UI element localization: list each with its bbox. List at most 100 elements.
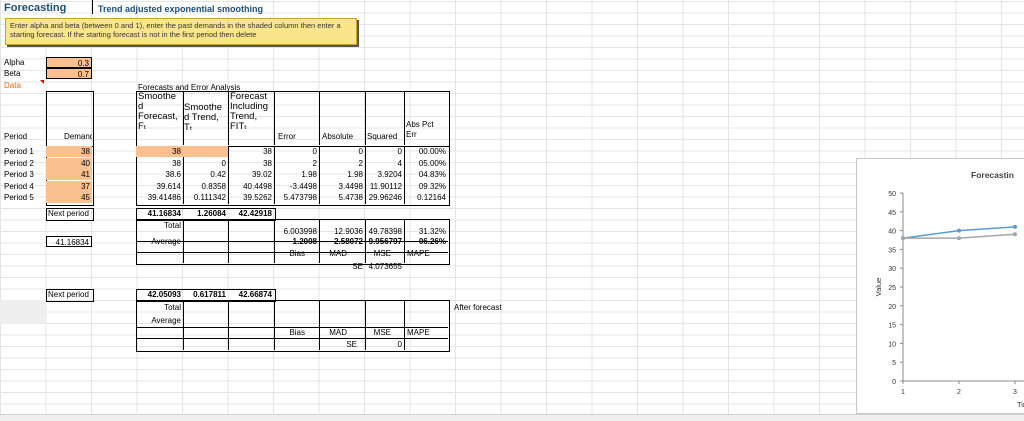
chart-svg: Forecastin 0 5 10 15 20 25 30 35 40 45 50 1 2 3 Value Ti… <box>874 170 1024 409</box>
demand-input[interactable]: 40 <box>46 157 92 169</box>
after-divider <box>228 300 229 350</box>
squared-cell[interactable]: 4 <box>365 158 404 169</box>
fit-cell[interactable]: 40.4498 <box>228 181 274 192</box>
abspct-cell[interactable]: 05.00% <box>404 158 448 169</box>
demand-input[interactable]: 37 <box>46 180 92 192</box>
demand-input[interactable]: 41 <box>46 169 92 180</box>
mape-label: MAPE <box>407 249 430 258</box>
period-header: Period <box>4 132 28 141</box>
y-tick-label: 40 <box>888 229 896 236</box>
next-period-label: Next period <box>48 209 89 218</box>
sheet-title: Forecasting <box>4 2 67 14</box>
absolute-cell[interactable]: 1.98 <box>319 169 365 180</box>
trend-cell[interactable]: 0 <box>183 158 228 169</box>
header-divider <box>228 91 229 145</box>
after-next-period-label: Next period <box>48 290 89 299</box>
smoothed-cell[interactable]: 38 <box>136 146 183 157</box>
trend-cell[interactable]: 0.111342 <box>183 192 228 203</box>
instruction-note[interactable]: Enter alpha and beta (between 0 and 1), … <box>5 18 357 45</box>
error-cell[interactable]: 5.473798 <box>274 192 319 203</box>
squared-cell[interactable]: 11.90112 <box>365 181 404 192</box>
average-absolute[interactable]: 2.58072 <box>319 236 365 247</box>
after-trend[interactable]: 0.617811 <box>183 289 228 300</box>
y-axis-label: Value <box>874 278 883 297</box>
after-forecast-note: After forecast <box>454 303 502 312</box>
fit-cell[interactable]: 39.02 <box>228 169 274 180</box>
abspct-cell[interactable]: 04.83% <box>404 169 448 180</box>
total-label: Total <box>164 221 181 230</box>
se-value[interactable]: 4.073655 <box>362 261 404 272</box>
absolute-cell[interactable]: 3.4498 <box>319 181 365 192</box>
after-total-label: Total <box>164 303 181 312</box>
error-cell[interactable]: 2 <box>274 158 319 169</box>
next-forecast-value[interactable]: 41.16834 <box>46 236 92 247</box>
demand-input[interactable]: 45 <box>46 192 92 203</box>
smoothed-cell[interactable]: 38 <box>136 158 183 169</box>
error-header: Error <box>278 132 296 141</box>
fit-cell[interactable]: 38 <box>228 158 274 169</box>
trend-cell[interactable]: 0.8358 <box>183 181 228 192</box>
forecast-chart[interactable]: Forecastin 0 5 10 15 20 25 30 35 40 45 50 1 2 3 Value Ti… <box>856 158 1024 414</box>
abspct-cell[interactable]: 00.00% <box>404 146 448 157</box>
fit-header: Forecast Including Trend, FITₜ <box>230 91 269 132</box>
y-tick-label: 5 <box>892 360 896 367</box>
next-fit[interactable]: 42.42918 <box>228 208 274 219</box>
error-cell[interactable]: 1.98 <box>274 169 319 180</box>
smoothed-cell[interactable]: 38.6 <box>136 169 183 180</box>
smoothed-cell[interactable]: 39.614 <box>136 181 183 192</box>
period-label: Period 2 <box>4 158 34 168</box>
x-tick-label: 3 <box>1013 389 1017 396</box>
after-mape-label: MAPE <box>407 328 430 337</box>
after-divider <box>183 300 184 350</box>
x-tick-label: 2 <box>957 389 961 396</box>
series-point <box>957 228 961 233</box>
abspct-cell[interactable]: 0.12164 <box>404 192 448 203</box>
next-smoothed[interactable]: 41.16834 <box>136 208 183 219</box>
period-label: Period 5 <box>4 193 34 202</box>
smoothed-forecast-header: Smoothe d Forecast, Fₜ <box>138 91 178 132</box>
average-abspct[interactable]: 06.26% <box>404 236 448 247</box>
after-smoothed[interactable]: 42.05093 <box>136 289 183 300</box>
average-error[interactable]: 1.2008 <box>274 236 319 247</box>
y-tick-label: 20 <box>888 304 896 311</box>
trend-cell[interactable]: 0.42 <box>183 169 228 180</box>
selected-cell[interactable] <box>0 300 46 324</box>
beta-input[interactable]: 0.7 <box>46 68 92 79</box>
absolute-cell[interactable]: 0 <box>319 146 365 157</box>
trend-cell[interactable] <box>183 146 228 157</box>
error-cell[interactable]: 0 <box>274 146 319 157</box>
after-average-label: Average <box>151 316 181 325</box>
chart-title: Forecastin <box>971 170 1014 180</box>
next-trend[interactable]: 1.26084 <box>183 208 228 219</box>
y-tick-label: 45 <box>888 210 896 217</box>
beta-label: Beta <box>4 69 21 78</box>
demand-input[interactable]: 38 <box>46 146 92 157</box>
absolute-header: Absolute <box>322 132 354 141</box>
after-mse-label: MSE <box>373 328 391 337</box>
average-squared[interactable]: 9.956797 <box>365 236 404 247</box>
fit-cell[interactable]: 39.5262 <box>228 192 274 203</box>
bias-label: Bias <box>289 249 305 258</box>
comment-indicator-icon <box>40 80 44 84</box>
squared-cell[interactable]: 0 <box>365 146 404 157</box>
y-tick-label: 30 <box>888 266 896 273</box>
absolute-cell[interactable]: 5.4738 <box>319 192 365 203</box>
squared-cell[interactable]: 29.96246 <box>365 192 404 203</box>
mse-label: MSE <box>373 249 391 258</box>
fit-cell[interactable]: 38 <box>228 146 274 157</box>
after-se-value[interactable]: 0 <box>365 339 404 350</box>
y-tick-label: 25 <box>888 285 896 292</box>
after-se-label: SE <box>346 340 357 349</box>
alpha-label: Alpha <box>4 58 25 67</box>
squared-cell[interactable]: 3.9204 <box>365 169 404 180</box>
alpha-input[interactable]: 0.3 <box>46 57 92 68</box>
error-cell[interactable]: -3.4498 <box>274 181 319 192</box>
after-fit[interactable]: 42.66874 <box>228 289 274 300</box>
abspct-cell[interactable]: 09.32% <box>404 181 448 192</box>
y-tick-label: 0 <box>892 379 896 386</box>
y-tick-label: 10 <box>888 341 896 348</box>
smoothed-cell[interactable]: 39.41486 <box>136 192 183 203</box>
squared-header: Squared <box>367 132 398 141</box>
absolute-cell[interactable]: 2 <box>319 158 365 169</box>
smoothed-trend-header: Smoothe d Trend, Tₜ <box>184 102 223 133</box>
